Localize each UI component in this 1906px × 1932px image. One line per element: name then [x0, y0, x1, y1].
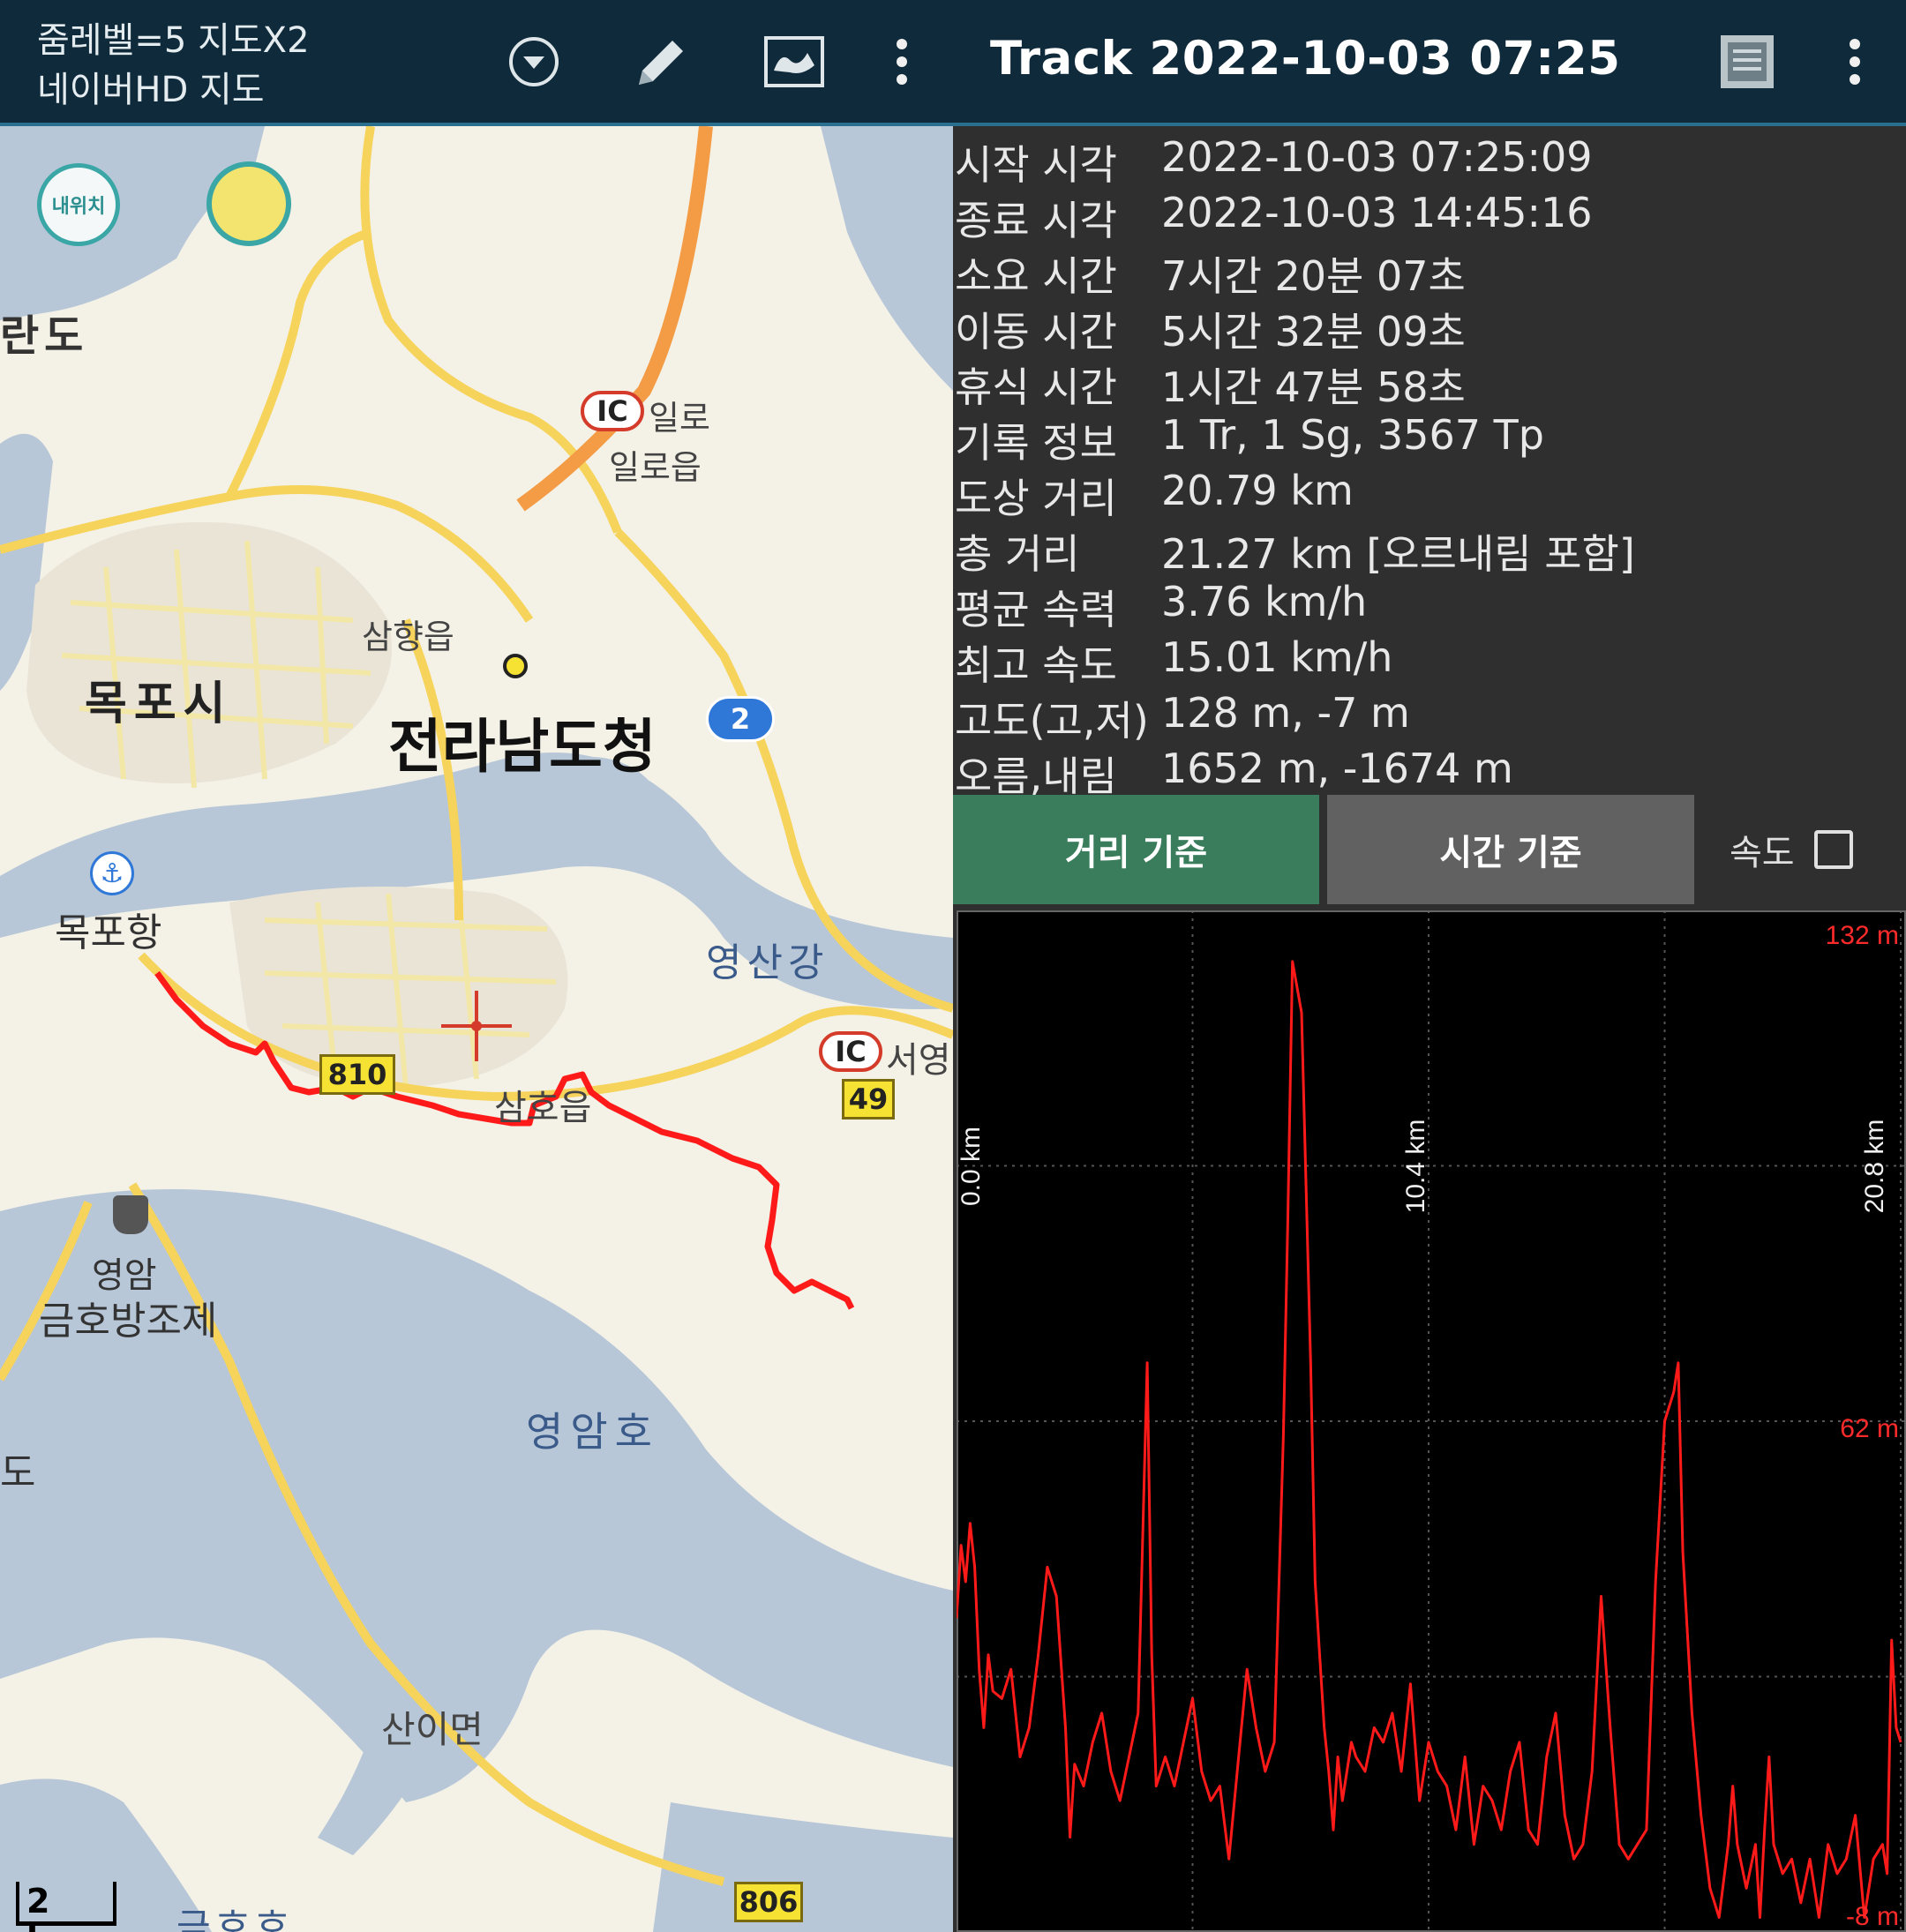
stat-row: 휴식 시간 1시간 47분 58초 [953, 356, 1906, 411]
place-label-ilro-eup: 일로읍 [609, 448, 702, 487]
more-vertical-icon-right[interactable] [1820, 26, 1890, 97]
anchor-port-icon: ⚓ [90, 851, 134, 895]
stat-label: 최고 속도 [955, 641, 1117, 689]
place-label-do-left: 도 [0, 1450, 36, 1495]
y-tick-label: 132 m [1826, 921, 1899, 950]
place-label-samho-eup: 삼호읍 [494, 1088, 592, 1128]
stat-row: 시작 시각 2022-10-03 07:25:09 [953, 133, 1906, 189]
ic-badge-seoyeong: IC [819, 1031, 882, 1072]
elevation-line [957, 960, 1902, 1919]
x-tick-label: 10.4 km [1401, 1120, 1430, 1214]
place-label-mokpo-port: 목포항 [55, 910, 162, 955]
route-badge-810: 810 [319, 1054, 395, 1095]
track-title: Track 2022-10-03 07:25 [990, 32, 1621, 86]
y-tick-label: 62 m [1840, 1414, 1899, 1443]
stat-value: 1시간 47분 58초 [1161, 363, 1466, 411]
speed-label: 속도 [1730, 833, 1795, 873]
stat-label: 도상 거리 [955, 475, 1117, 522]
stat-value: 15.01 km/h [1161, 633, 1393, 681]
stat-label: 시작 시각 [955, 141, 1117, 189]
my-location-button[interactable]: 내위치 [37, 163, 120, 246]
stat-row: 평균 속력 3.76 km/h [953, 578, 1906, 633]
x-tick-label: 20.8 km [1860, 1120, 1889, 1214]
stat-value: 128 m, -7 m [1161, 689, 1410, 737]
map-view[interactable]: 내위치 목포시 전라남도청 삼향읍 일로 일로읍 목포항 영산강 삼호읍 서영 … [0, 126, 953, 1932]
place-label-mokpo-si: 목포시 [85, 678, 233, 730]
place-label-jeonnam-office: 전라남도청 [388, 713, 657, 781]
stat-row: 이동 시간 5시간 32분 09초 [953, 300, 1906, 356]
stat-value: 2022-10-03 07:25:09 [1161, 133, 1593, 181]
stat-row: 총 거리 21.27 km [오르내림 포함] [953, 522, 1906, 578]
stat-row: 종료 시각 2022-10-03 14:45:16 [953, 189, 1906, 244]
stat-value: 3.76 km/h [1161, 578, 1368, 625]
route-badge-2: 2 [706, 696, 775, 742]
zoom-level-text: 줌레벨=5 지도X2 [37, 20, 310, 61]
stat-label: 소요 시간 [955, 252, 1117, 300]
y-tick-label: -8 m [1846, 1902, 1899, 1931]
tab-time-basis[interactable]: 시간 기준 [1327, 795, 1694, 904]
stat-label: 총 거리 [955, 530, 1080, 578]
mokpo-urban [26, 521, 392, 783]
route-badge-49: 49 [842, 1079, 895, 1120]
water-northeast [821, 126, 953, 391]
route-badge-806: 806 [734, 1882, 803, 1922]
top-toolbar: 줌레벨=5 지도X2 네이버HD 지도 Track 2022-10-03 07:… [0, 0, 1906, 126]
stat-label: 고도(고,저) [955, 697, 1149, 745]
pencil-icon[interactable] [627, 26, 697, 97]
provincial-office-marker-icon [503, 654, 528, 678]
zoom-level-info[interactable]: 줌레벨=5 지도X2 네이버HD 지도 [37, 16, 310, 115]
stat-value: 20.79 km [1161, 467, 1354, 514]
stat-value: 1 Tr, 1 Sg, 3567 Tp [1161, 411, 1544, 459]
list-view-icon[interactable] [1712, 26, 1782, 97]
compass-sun-icon[interactable] [206, 161, 291, 246]
stat-row: 최고 속도 15.01 km/h [953, 633, 1906, 689]
place-label-geumho-dam: 금호방조제 [39, 1299, 218, 1344]
stat-row: 도상 거리 20.79 km [953, 467, 1906, 522]
stat-row: 오름,내림 1652 m, -1674 m [953, 745, 1906, 800]
more-vertical-icon-left[interactable] [867, 26, 937, 97]
my-location-label: 내위치 [51, 196, 106, 218]
stat-label: 평균 속력 [955, 586, 1117, 633]
x-tick-label: 0.0 km [957, 1127, 986, 1206]
stat-value: 1652 m, -1674 m [1161, 745, 1513, 792]
place-label-samhyang: 삼향읍 [362, 618, 454, 656]
tab-distance-basis[interactable]: 거리 기준 [953, 795, 1319, 904]
chart-mode-tabs: 거리 기준 시간 기준 속도 [953, 795, 1906, 904]
stat-row: 기록 정보 1 Tr, 1 Sg, 3567 Tp [953, 411, 1906, 467]
track-stats: 시작 시각 2022-10-03 07:25:09 종료 시각 2022-10-03 … [953, 133, 1906, 800]
map-scale-label: 2 km [26, 1882, 84, 1932]
stat-value: 5시간 32분 09초 [1161, 308, 1466, 356]
place-label-yeongsan-river: 영산강 [706, 940, 829, 985]
map-source-text: 네이버HD 지도 [37, 70, 265, 110]
ic-badge-ilro: IC [581, 391, 644, 431]
elevation-chart[interactable]: 132 m 62 m -8 m 0.0 km 10.4 km 20.8 km [957, 910, 1906, 1932]
stat-label: 기록 정보 [955, 419, 1117, 467]
speed-checkbox-toggle[interactable]: 속도 [1730, 795, 1906, 904]
stat-value: 21.27 km [오르내림 포함] [1161, 530, 1635, 578]
stat-label: 이동 시간 [955, 308, 1117, 356]
map-scale-bar: 2 km [16, 1882, 116, 1932]
place-label-ilro: 일로 [649, 399, 710, 438]
place-label-yeongam-lake: 영암호 [526, 1408, 659, 1456]
stat-value: 2022-10-03 14:45:16 [1161, 189, 1593, 236]
place-label-sanyi: 산이면 [381, 1708, 484, 1751]
stat-row: 고도(고,저) 128 m, -7 m [953, 689, 1906, 745]
dropdown-circle-icon[interactable] [499, 26, 569, 97]
stat-label: 휴식 시간 [955, 363, 1117, 411]
ferry-terminal-icon [113, 1195, 148, 1234]
stat-label: 종료 시각 [955, 197, 1117, 244]
speed-checkbox[interactable] [1813, 830, 1853, 869]
map-view-icon[interactable] [759, 26, 829, 97]
track-info-panel: 시작 시각 2022-10-03 07:25:09 종료 시각 2022-10-03 … [953, 126, 1906, 1932]
stat-value: 7시간 20분 07초 [1161, 252, 1466, 300]
stat-row: 소요 시간 7시간 20분 07초 [953, 244, 1906, 300]
place-label-island-left: 란도 [0, 311, 89, 361]
water-southeast [653, 1802, 953, 1932]
place-label-geumho: 금호호 [176, 1906, 295, 1932]
place-label-seoyeong: 서영 [886, 1040, 951, 1081]
